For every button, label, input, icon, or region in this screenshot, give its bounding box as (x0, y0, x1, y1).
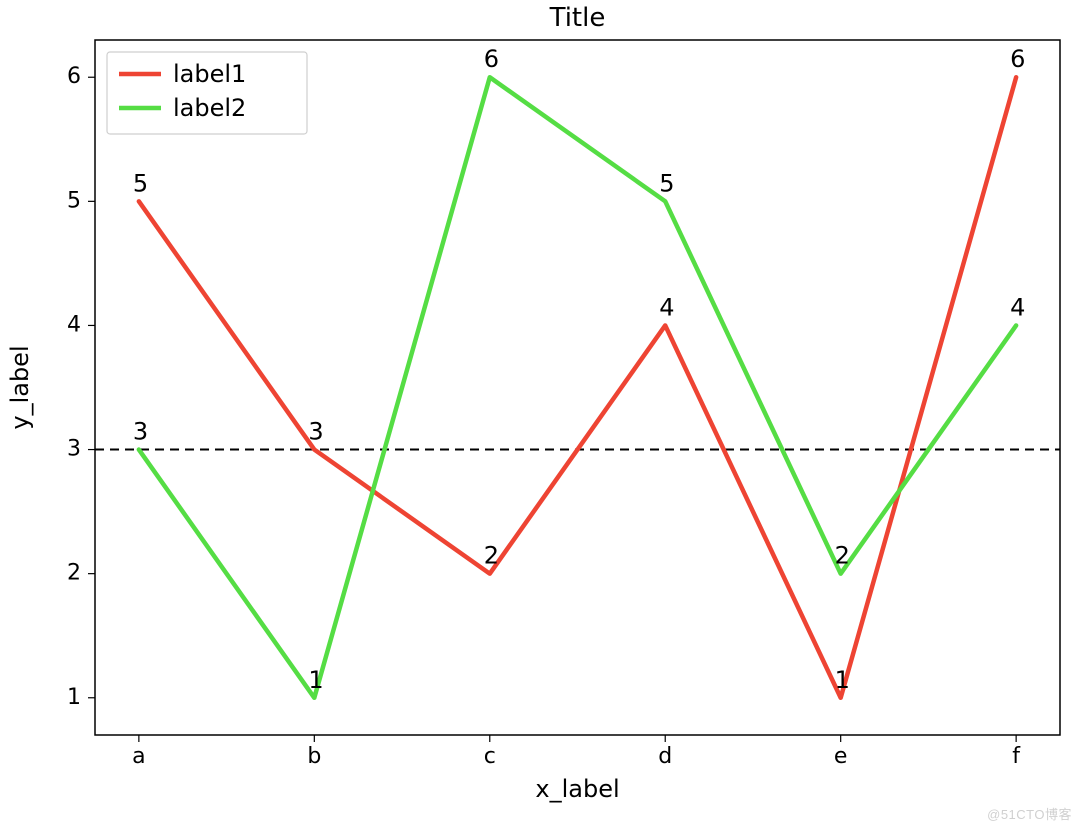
data-label-series1: 4 (659, 293, 674, 321)
watermark: @51CTO博客 (987, 804, 1072, 823)
x-tick-label: c (484, 744, 496, 769)
x-tick-label: f (1012, 744, 1021, 769)
data-label-series2: 5 (659, 169, 674, 197)
series-line-1 (139, 77, 1016, 698)
x-tick-label: e (834, 744, 848, 769)
y-tick-label: 4 (67, 312, 81, 337)
data-label-series1: 6 (1010, 45, 1025, 73)
data-label-series1: 3 (308, 418, 323, 446)
data-label-series2: 2 (835, 542, 850, 570)
y-tick-label: 1 (67, 685, 81, 710)
y-tick-label: 2 (67, 561, 81, 586)
data-label-series2: 6 (484, 45, 499, 73)
data-label-series1: 1 (835, 666, 850, 694)
x-tick-label: b (307, 744, 321, 769)
chart-title: Title (549, 3, 606, 33)
data-label-series2: 1 (308, 666, 323, 694)
legend-label-2: label2 (173, 94, 246, 122)
chart-figure: 1 2 3 4 5 6 a b c d e f 5 3 2 4 1 6 3 1 6 5 2 4 Title x_label y_la… (0, 0, 1080, 829)
x-tick-label: d (658, 744, 672, 769)
y-tick-label: 5 (67, 188, 81, 213)
axes-frame (95, 40, 1060, 735)
data-label-series1: 5 (133, 169, 148, 197)
x-tick-label: a (132, 744, 145, 769)
data-label-series1: 2 (484, 542, 499, 570)
data-label-series2: 4 (1010, 293, 1025, 321)
y-axis-label: y_label (6, 345, 34, 429)
x-axis-label: x_label (535, 775, 619, 803)
y-tick-label: 6 (67, 64, 81, 89)
chart-svg: 1 2 3 4 5 6 a b c d e f 5 3 2 4 1 6 3 1 6 5 2 4 Title x_label y_la… (0, 0, 1080, 829)
y-tick-label: 3 (67, 437, 81, 462)
data-label-series2: 3 (133, 418, 148, 446)
legend-label-1: label1 (173, 60, 246, 88)
